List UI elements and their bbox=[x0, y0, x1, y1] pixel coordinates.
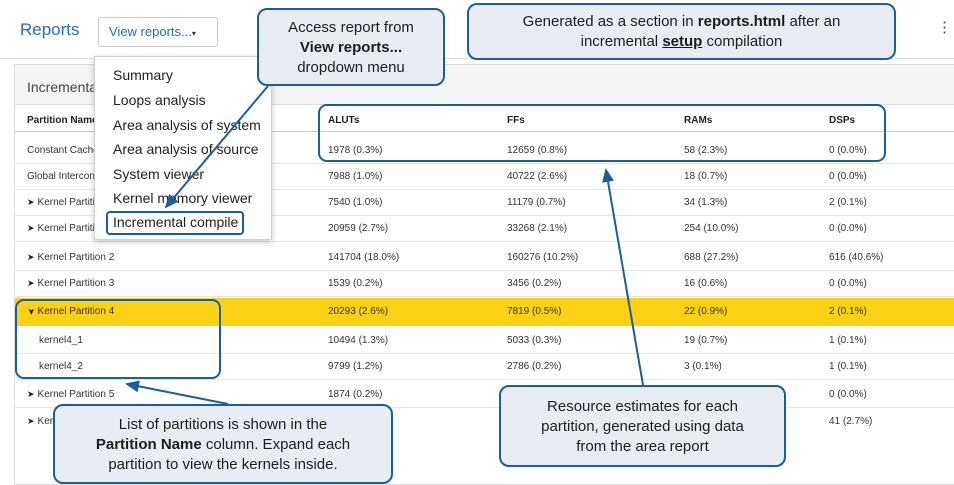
dsps-value: 616 (40.6%) bbox=[829, 252, 884, 263]
table-row[interactable]: ➤ Kernel Partition 3 1539 (0.2%) 3456 (0.… bbox=[15, 271, 954, 297]
rams-value: 3 (0.1%) bbox=[684, 361, 722, 372]
callout-resource-estimates: Resource estimates for each partition, g… bbox=[499, 385, 786, 467]
table-row[interactable]: ➤ Kernel Partition 2 141704 (18.0%) 16027… bbox=[15, 245, 954, 271]
dsps-value: 0 (0.0%) bbox=[829, 389, 867, 400]
rams-value: 34 (1.3%) bbox=[684, 197, 728, 208]
menu-item-kernel-memory-viewer[interactable]: Kernel memory viewer bbox=[113, 190, 252, 206]
rams-value: 688 (27.2%) bbox=[684, 252, 739, 263]
ffs-value: 7819 (0.5%) bbox=[507, 306, 562, 317]
rams-value: 22 (0.9%) bbox=[684, 306, 728, 317]
dsps-value: 1 (0.1%) bbox=[829, 335, 867, 346]
dsps-value: 0 (0.0%) bbox=[829, 278, 867, 289]
aluts-value: 10494 (1.3%) bbox=[328, 335, 389, 346]
callout-partition-list: List of partitions is shown in the Parti… bbox=[53, 404, 393, 484]
menu-item-summary[interactable]: Summary bbox=[113, 67, 173, 83]
aluts-value: 20293 (2.6%) bbox=[328, 306, 389, 317]
aluts-value: 1874 (0.2%) bbox=[328, 389, 383, 400]
ffs-value: 160276 (10.2%) bbox=[507, 252, 579, 263]
aluts-value: 20959 (2.7%) bbox=[328, 223, 389, 234]
menu-item-area-analysis-system[interactable]: Area analysis of system bbox=[113, 117, 261, 133]
aluts-value: 1539 (0.2%) bbox=[328, 278, 383, 289]
aluts-value: 7988 (1.0%) bbox=[328, 171, 383, 182]
menu-item-loops-analysis[interactable]: Loops analysis bbox=[113, 92, 206, 108]
aluts-value: 9799 (1.2%) bbox=[328, 361, 383, 372]
ffs-value: 11179 (0.7%) bbox=[507, 197, 566, 208]
chevron-right-icon[interactable]: ➤ bbox=[27, 197, 35, 208]
ffs-value: 40722 (2.6%) bbox=[507, 171, 568, 182]
partition-name: Kernel Partition 5 bbox=[37, 389, 115, 400]
callout-access-report: Access report from View reports... dropd… bbox=[257, 8, 445, 86]
menu-item-area-analysis-source[interactable]: Area analysis of source bbox=[113, 141, 259, 157]
chevron-right-icon[interactable]: ➤ bbox=[27, 416, 35, 427]
chevron-right-icon[interactable]: ➤ bbox=[27, 278, 35, 289]
aluts-value: 141704 (18.0%) bbox=[328, 252, 400, 263]
menu-item-system-viewer[interactable]: System viewer bbox=[113, 166, 204, 182]
rams-value: 19 (0.7%) bbox=[684, 335, 728, 346]
ffs-value: 3456 (0.2%) bbox=[507, 278, 562, 289]
dsps-value: 1 (0.1%) bbox=[829, 361, 867, 372]
aluts-value: 7540 (1.0%) bbox=[328, 197, 383, 208]
partition-name: Kernel Partition 3 bbox=[37, 278, 115, 289]
ffs-value: 5033 (0.3%) bbox=[507, 335, 562, 346]
partition-list-highlight bbox=[15, 299, 221, 379]
callout-generated-section: Generated as a section in reports.html a… bbox=[467, 3, 896, 60]
caret-down-icon: ▾ bbox=[191, 29, 196, 38]
view-reports-label: View reports... bbox=[109, 24, 192, 39]
dsps-value: 0 (0.0%) bbox=[829, 171, 867, 182]
page-title: Reports bbox=[20, 20, 80, 39]
partition-name: Kernel Partition 2 bbox=[37, 252, 115, 263]
view-reports-button[interactable]: View reports...▾ bbox=[98, 17, 218, 47]
chevron-right-icon[interactable]: ➤ bbox=[27, 389, 35, 400]
chevron-right-icon[interactable]: ➤ bbox=[27, 252, 35, 263]
chevron-right-icon[interactable]: ➤ bbox=[27, 223, 35, 234]
ffs-value: 33268 (2.1%) bbox=[507, 223, 568, 234]
rams-value: 16 (0.6%) bbox=[684, 278, 728, 289]
ffs-value: 2786 (0.2%) bbox=[507, 361, 562, 372]
dsps-value: 0 (0.0%) bbox=[829, 223, 867, 234]
dsps-value: 2 (0.1%) bbox=[829, 306, 867, 317]
dsps-value: 2 (0.1%) bbox=[829, 197, 867, 208]
resource-columns-highlight bbox=[318, 104, 886, 162]
dsps-value: 41 (2.7%) bbox=[829, 416, 873, 427]
rams-value: 18 (0.7%) bbox=[684, 171, 728, 182]
rams-value: 254 (10.0%) bbox=[684, 223, 739, 234]
incremental-compile-highlight bbox=[106, 211, 244, 235]
more-options-icon[interactable]: ⋮ bbox=[937, 18, 952, 36]
column-header-partition-name[interactable]: Partition Name bbox=[27, 115, 98, 126]
